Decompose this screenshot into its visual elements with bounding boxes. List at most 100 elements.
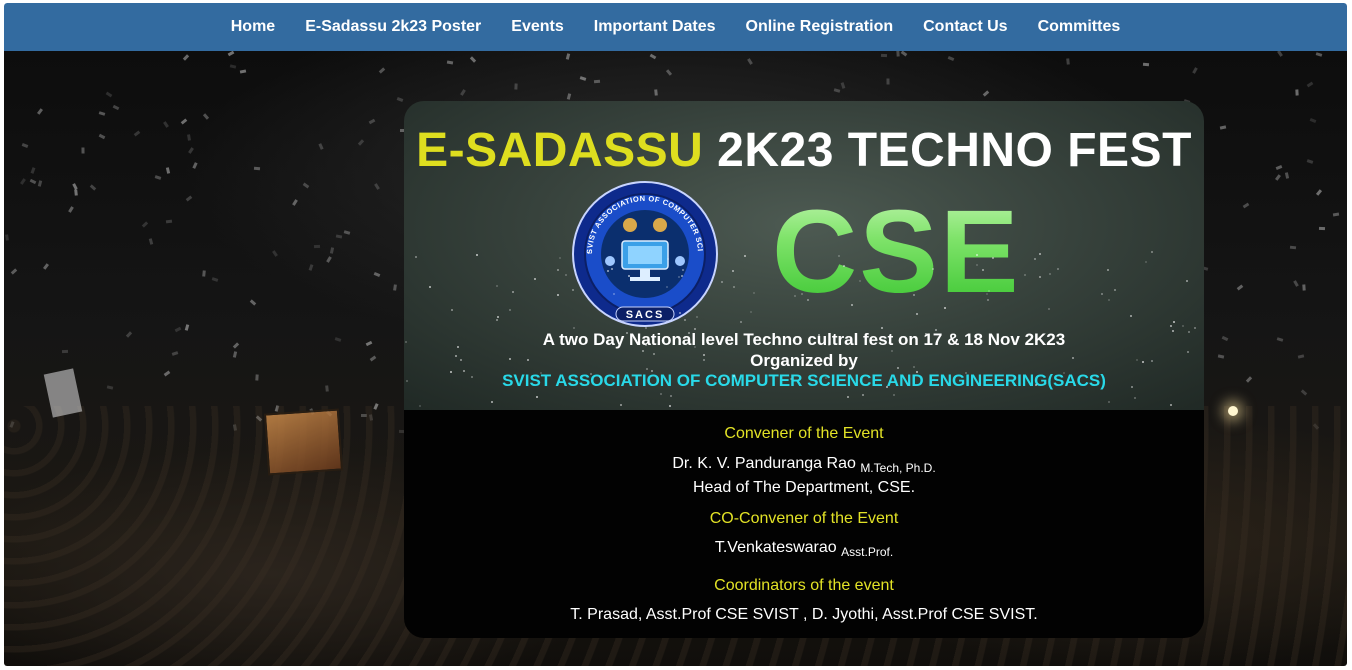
nav-events[interactable]: Events: [496, 18, 578, 36]
banner-sparkle: [934, 328, 937, 331]
confetti-piece: [1275, 165, 1283, 171]
nav-home[interactable]: Home: [216, 18, 290, 36]
banner-sparkle: [628, 274, 631, 277]
confetti-piece: [187, 134, 192, 141]
confetti-piece: [313, 244, 320, 248]
banner-sparkle: [641, 349, 644, 352]
top-navbar: Home E-Sadassu 2k23 Poster Events Import…: [4, 3, 1347, 51]
banner-sparkle: [666, 258, 669, 261]
confetti-piece: [201, 270, 206, 277]
banner-sparkle: [457, 345, 460, 348]
confetti-piece: [72, 182, 79, 190]
banner-sparkle: [572, 326, 575, 329]
confetti-piece: [180, 118, 188, 125]
nav-important-dates[interactable]: Important Dates: [579, 18, 731, 36]
banner-sparkle: [943, 306, 946, 309]
banner-sparkle: [702, 353, 705, 356]
banner-sparkle: [981, 269, 984, 272]
banner-sparkle: [613, 293, 616, 296]
confetti-piece: [232, 341, 240, 349]
banner-sparkle: [1185, 280, 1188, 283]
banner-sparkle: [1145, 260, 1148, 263]
confetti-piece: [239, 69, 247, 74]
confetti-piece: [163, 370, 171, 377]
confetti-piece: [308, 264, 314, 271]
confetti-piece: [211, 277, 219, 283]
banner-sparkle: [859, 279, 862, 282]
confetti-piece: [393, 284, 398, 292]
confetti-piece: [1242, 202, 1250, 209]
banner-sparkle: [463, 370, 466, 373]
confetti-piece: [1301, 388, 1308, 396]
confetti-piece: [302, 182, 310, 189]
confetti-piece: [255, 374, 259, 381]
banner-sparkle: [885, 385, 888, 388]
banner-sparkle: [1038, 253, 1041, 256]
confetti-piece: [840, 81, 846, 89]
stage-light: [1228, 406, 1238, 416]
banner-sparkle: [1100, 293, 1103, 296]
confetti-piece: [326, 255, 333, 263]
banner-sparkle: [1131, 385, 1134, 388]
confetti-piece: [5, 234, 10, 241]
banner-sparkle: [880, 326, 883, 329]
hero-background: E-SADASSU 2K23 TECHNO FEST VIST ASSOCIAT…: [4, 51, 1347, 666]
nav-committees[interactable]: Committes: [1023, 18, 1136, 36]
confetti-piece: [21, 143, 29, 149]
banner-sparkle: [794, 294, 797, 297]
banner-sparkle: [455, 354, 458, 357]
confetti-piece: [579, 75, 587, 81]
banner-sparkle: [404, 341, 407, 344]
nav-contact-us[interactable]: Contact Us: [908, 18, 1022, 36]
stage-screen-image: [263, 408, 344, 476]
banner-sparkle: [681, 274, 684, 277]
confetti-piece: [1236, 284, 1244, 291]
confetti-piece: [1292, 280, 1299, 288]
confetti-piece: [566, 92, 571, 100]
nav-poster[interactable]: E-Sadassu 2k23 Poster: [290, 18, 496, 36]
co-convener-name-line: T.Venkateswarao Asst.Prof.: [404, 538, 1204, 562]
banner-sparkle: [556, 294, 559, 297]
confetti-piece: [89, 184, 97, 191]
banner-sparkle: [590, 372, 593, 375]
confetti-piece: [343, 230, 351, 235]
banner-sparkle: [669, 404, 672, 407]
banner-sparkle: [599, 375, 602, 378]
nav-online-registration[interactable]: Online Registration: [731, 18, 909, 36]
banner-sparkle: [1114, 289, 1117, 292]
logo-abbrev-text: SACS: [626, 309, 665, 321]
event-title: E-SADASSU 2K23 TECHNO FEST: [404, 123, 1204, 178]
confetti-piece: [470, 56, 477, 63]
banner-sparkle: [645, 368, 648, 371]
banner-sparkle: [1133, 397, 1136, 400]
banner-sparkle: [789, 377, 792, 380]
confetti-piece: [1277, 51, 1283, 57]
confetti-piece: [232, 351, 237, 359]
banner-sparkle: [666, 286, 669, 289]
banner-sparkle: [611, 268, 614, 270]
confetti-piece: [171, 351, 178, 357]
confetti-piece: [188, 147, 195, 154]
confetti-piece: [334, 336, 342, 342]
confetti-piece: [1309, 117, 1317, 123]
banner-sparkle: [813, 342, 816, 345]
banner-sparkle: [459, 359, 462, 362]
event-title-rest: 2K23 TECHNO FEST: [703, 124, 1192, 177]
banner-sparkle: [976, 263, 979, 266]
confetti-piece: [330, 247, 335, 255]
banner-sparkle: [540, 371, 543, 374]
confetti-piece: [105, 91, 113, 97]
banner-sparkle: [405, 380, 408, 383]
confetti-piece: [1306, 158, 1314, 164]
confetti-piece: [1284, 172, 1290, 180]
convener-role: Head of The Department, CSE.: [692, 479, 916, 497]
banner-sparkle: [987, 298, 990, 301]
confetti-piece: [357, 139, 364, 146]
confetti-piece: [369, 355, 377, 362]
confetti-piece: [19, 178, 26, 186]
confetti-piece: [133, 130, 140, 137]
coordinators-heading: Coordinators of the event: [714, 577, 894, 594]
banner-sparkle: [824, 376, 827, 379]
organization-name: SVIST ASSOCIATION OF COMPUTER SCIENCE AN…: [502, 371, 1106, 390]
banner-sparkle: [1071, 357, 1074, 360]
